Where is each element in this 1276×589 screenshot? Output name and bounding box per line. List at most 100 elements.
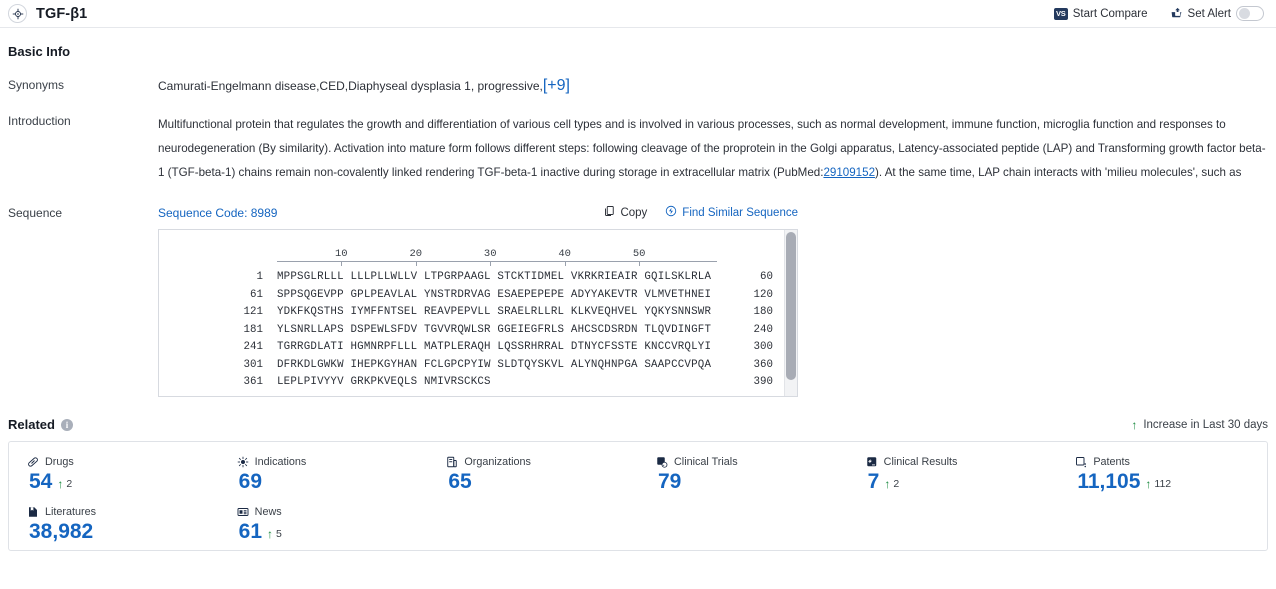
page-content: Basic Info Synonyms Camurati-Engelmann d… [0, 44, 1276, 551]
sequence-inner: 10 20 30 40 50 1 MPPSGLRLLL LLLPLLWLLV LTPGRP… [159, 230, 797, 392]
start-compare-label: Start Compare [1072, 7, 1148, 20]
ruler-tick [564, 261, 566, 266]
app-header: TGF-β1 VS Start Compare Set Alert [0, 0, 1276, 28]
synonyms-row: Synonyms Camurati-Engelmann disease,CED,… [8, 77, 1268, 95]
sequence-start-index: 181 [243, 323, 263, 336]
metric-delta: ↑ 5 [267, 528, 282, 542]
metric-delta-value: 112 [1154, 478, 1172, 490]
copy-label: Copy [620, 206, 648, 219]
metric-value[interactable]: 79 [658, 471, 681, 492]
basic-info-heading-label: Basic Info [8, 44, 71, 59]
metric-label: News [254, 506, 282, 518]
metric-card[interactable]: Indications 69 [219, 456, 429, 492]
sequence-start-index: 301 [243, 358, 263, 371]
ruler-tick-label: 40 [558, 248, 571, 260]
metric-card[interactable]: Patents 11,105 ↑ 112 [1057, 456, 1267, 492]
find-similar-icon [665, 205, 677, 220]
increase-legend-label: Increase in Last 30 days [1143, 418, 1268, 431]
metric-label: Clinical Results [883, 456, 958, 468]
ruler-tick-label: 20 [409, 248, 423, 260]
sequence-line: 181 YLSNRLLAPS DSPEWLSFDV TGVVRQWLSR GGEI… [159, 322, 797, 340]
info-icon[interactable]: i [60, 418, 73, 431]
metric-delta-value: 2 [893, 478, 900, 490]
page-title: TGF-β1 [36, 5, 88, 22]
metric-label: Patents [1093, 456, 1130, 468]
pill-icon [27, 456, 39, 468]
metric-value[interactable]: 38,982 [29, 521, 93, 542]
clinical-trial-icon [656, 456, 668, 468]
sequence-header: Sequence Code: 8989 Copy Find Similar Se… [158, 205, 798, 220]
sequence-scrollbar[interactable] [784, 230, 797, 396]
metric-value-row: 54 ↑ 2 [27, 471, 219, 492]
sequence-line: 61 SPPSQGEVPP GPLPEAVLAL YNSTRDRVAG ESAEP… [159, 287, 797, 305]
metric-value[interactable]: 7 [868, 471, 880, 492]
sequence-rows: 1 MPPSGLRLLL LLLPLLWLLV LTPGRPAAGL STCKTI… [159, 266, 797, 392]
pubmed-link[interactable]: 29109152 [823, 166, 875, 179]
metric-value-row: 69 [237, 471, 429, 492]
sequence-line: 361 LEPLPIVYYV GRKPKVEQLS NMIVRSCKCS 390 [159, 374, 797, 392]
literature-icon [27, 506, 39, 518]
set-alert-control[interactable]: Set Alert [1170, 6, 1264, 21]
metric-delta: ↑ 2 [57, 478, 72, 492]
ruler-tick [341, 261, 343, 266]
metric-label: Clinical Trials [674, 456, 738, 468]
sequence-value: Sequence Code: 8989 Copy Find Similar Se… [158, 205, 1268, 397]
metric-delta-value: 5 [276, 528, 282, 540]
metric-value[interactable]: 69 [239, 471, 262, 492]
metric-value[interactable]: 61 [239, 521, 262, 542]
related-header-row: Related i ↑ Increase in Last 30 days [8, 417, 1268, 432]
sequence-residues: SPPSQGEVPP GPLPEAVLAL YNSTRDRVAG ESAEPEP… [277, 288, 712, 301]
metric-value[interactable]: 11,105 [1077, 471, 1140, 492]
sequence-code-link[interactable]: Sequence Code: 8989 [158, 206, 277, 220]
sequence-line: 121 YDKFKQSTHS IYMFFNTSEL REAVPEPVLL SRAE… [159, 304, 797, 322]
sequence-end-index: 240 [753, 323, 773, 336]
metric-label: Organizations [464, 456, 531, 468]
copy-icon [603, 205, 615, 220]
sequence-tools: Copy Find Similar Sequence [603, 205, 798, 220]
metric-card[interactable]: Clinical Results 7 ↑ 2 [848, 456, 1058, 492]
metric-label-row: Patents [1075, 456, 1267, 468]
metric-card[interactable]: Organizations 65 [428, 456, 638, 492]
metric-value[interactable]: 54 [29, 471, 52, 492]
news-icon [237, 506, 249, 518]
sequence-label: Sequence [8, 206, 63, 220]
ruler-tick [490, 261, 492, 266]
metric-label-row: Clinical Trials [656, 456, 848, 468]
sequence-ruler: 10 20 30 40 50 [277, 244, 717, 266]
synonyms-value: Camurati-Engelmann disease,CED,Diaphysea… [158, 77, 1268, 95]
find-similar-sequence-button[interactable]: Find Similar Sequence [665, 205, 798, 220]
sequence-start-index: 1 [256, 271, 263, 283]
metric-card[interactable]: News 61 ↑ 5 [219, 506, 429, 542]
metric-value-row: 79 [656, 471, 848, 492]
metric-card[interactable]: Literatures 38,982 [9, 506, 219, 542]
synonyms-text: Camurati-Engelmann disease,CED,Diaphysea… [158, 79, 543, 93]
building-icon [446, 456, 458, 468]
sequence-end-index: 390 [753, 376, 773, 388]
arrow-up-icon: ↑ [267, 527, 274, 541]
sequence-viewer[interactable]: 10 20 30 40 50 1 MPPSGLRLLL LLLPLLWLLV LTPGRP… [158, 229, 798, 397]
toggle-knob [1238, 8, 1250, 19]
sequence-end-index: 60 [760, 271, 773, 283]
sequence-residues: TGRRGDLATI HGMNRPFLLL MATPLERAQH LQSSRHR… [277, 341, 712, 353]
vs-icon: VS [1053, 7, 1068, 20]
metric-card[interactable]: Clinical Trials 79 [638, 456, 848, 492]
sequence-end-index: 360 [753, 358, 773, 371]
sequence-scroll-thumb[interactable] [786, 232, 796, 380]
sequence-residues: YDKFKQSTHS IYMFFNTSEL REAVPEPVLL SRAELRL… [277, 306, 712, 318]
synonyms-more-link[interactable]: [+9] [543, 77, 570, 94]
metric-value[interactable]: 65 [448, 471, 471, 492]
metric-card[interactable]: Drugs 54 ↑ 2 [9, 456, 219, 492]
arrow-up-icon: ↑ [57, 477, 64, 491]
virus-icon [237, 456, 249, 468]
arrow-up-icon: ↑ [1145, 477, 1152, 491]
target-icon [8, 4, 27, 23]
metric-value-row: 7 ↑ 2 [866, 471, 1058, 492]
copy-button[interactable]: Copy [603, 205, 647, 220]
set-alert-label: Set Alert [1187, 7, 1231, 20]
set-alert-toggle[interactable] [1236, 6, 1264, 21]
sequence-residues: DFRKDLGWKW IHEPKGYHAN FCLGPCPYIW SLDTQYS… [277, 358, 712, 371]
sequence-residues: LEPLPIVYYV GRKPKVEQLS NMIVRSCKCS [277, 376, 491, 388]
sequence-end-index: 120 [753, 288, 773, 301]
start-compare-button[interactable]: VS Start Compare [1053, 7, 1148, 20]
sequence-line: 241 TGRRGDLATI HGMNRPFLLL MATPLERAQH LQSS… [159, 339, 797, 357]
